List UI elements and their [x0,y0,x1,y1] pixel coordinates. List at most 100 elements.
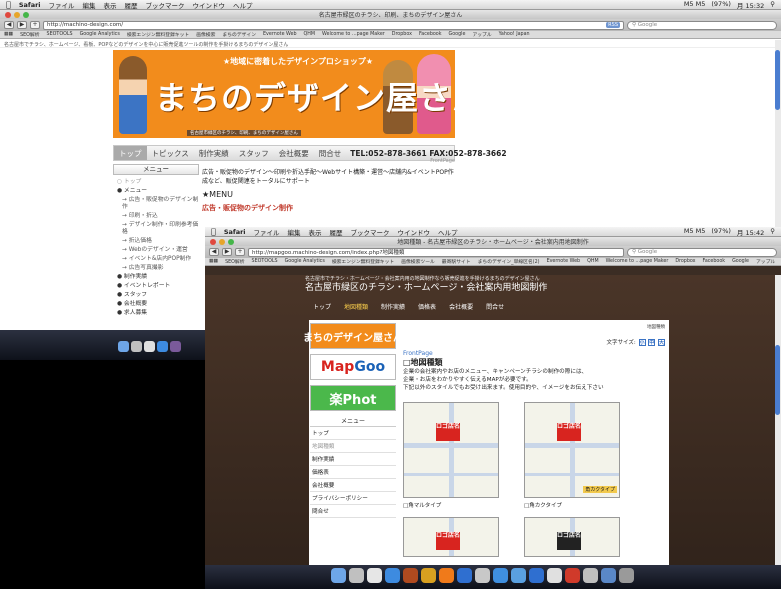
scrollbar-back[interactable] [775,40,781,230]
nav-top[interactable]: トップ [114,146,147,160]
menubar-status[interactable]: M5 M5 [684,0,706,9]
back-button[interactable]: ◀ [209,248,219,256]
app-icon[interactable] [511,568,526,583]
frontpage-label[interactable]: FrontPage [202,158,455,164]
sidebar-item[interactable]: ● メニュー [113,187,199,196]
mapgoo-logo-banner[interactable]: Map Goo [310,354,396,380]
menubar-clock[interactable]: 月 15:32 [737,0,764,10]
scrollbar-front[interactable] [775,275,781,589]
dashboard-icon[interactable] [131,341,142,352]
folder-icon[interactable] [601,568,616,583]
sidebar-item[interactable]: ● 求人募集 [113,309,199,318]
mail-icon[interactable] [144,341,155,352]
menu-history[interactable]: 履歴 [330,227,343,237]
bookmark-item[interactable]: 検索エンジン無料登録キット [332,258,394,265]
dashboard-icon[interactable] [349,568,364,583]
nav-top[interactable]: トップ [313,302,331,311]
illustrator-icon[interactable] [439,568,454,583]
map-image[interactable]: ロゴ店名 角カクタイプ [524,402,620,498]
page-path[interactable]: 地図種類 [403,324,665,330]
bookmark-item[interactable]: Dropbox [392,32,412,37]
font-size-small-button[interactable]: 小 [638,339,646,346]
menu-window[interactable]: ウインドウ [398,227,431,237]
minimize-window-button[interactable] [14,11,20,18]
scroll-thumb[interactable] [775,50,780,110]
bookmark-item[interactable]: 検索エンジン無料登録キット [127,31,189,38]
menu-window[interactable]: ウインドウ [193,0,226,10]
bookmarks-grid-icon[interactable]: ▦▦ [209,259,218,264]
map-image[interactable]: ロゴ店名 [403,402,499,498]
map-sample-square[interactable]: ロゴ店名 角カクタイプ □角カクタイプ [524,402,620,509]
bookmark-item[interactable]: Welcome to …page Maker [322,32,385,37]
forward-button[interactable]: ▶ [17,21,27,29]
font-size-medium-button[interactable]: 中 [648,339,656,346]
nav-company[interactable]: 会社概要 [274,148,314,159]
back-button[interactable]: ◀ [4,21,14,29]
folder-icon[interactable] [619,568,634,583]
menubar-status[interactable]: M5 M5 [684,227,706,236]
minimize-window-button[interactable] [219,238,225,245]
search-field[interactable]: ⚲ Google [627,20,777,30]
bookmark-item[interactable]: SEO解析 [20,31,39,38]
rakuphoto-logo-banner[interactable]: 楽Phot [310,385,396,411]
menubar-clock[interactable]: 月 15:42 [737,227,764,237]
forward-button[interactable]: ▶ [222,248,232,256]
map-sample-4[interactable]: ロゴ店名 [524,517,620,557]
text-icon[interactable] [547,568,562,583]
nav-works[interactable]: 制作実績 [194,148,234,159]
menu-view[interactable]: 表示 [104,0,117,10]
menu-history[interactable]: 履歴 [125,0,138,10]
bookmark-item[interactable]: QHM [304,32,316,37]
battery-indicator[interactable]: (97%) [711,0,731,9]
nav-company[interactable]: 会社概要 [449,302,473,311]
acrobat-icon[interactable] [565,568,580,583]
bookmarks-grid-icon[interactable]: ▦▦ [4,32,13,37]
bookmark-item[interactable]: Dropbox [675,259,695,264]
nav-staff[interactable]: スタッフ [234,148,274,159]
bookmark-item[interactable]: まちのデザイン [222,31,256,38]
apple-icon[interactable]:  [6,0,11,9]
zoom-window-button[interactable] [228,238,234,245]
bookmark-item[interactable]: アップル [472,31,491,38]
map-image[interactable]: ロゴ店名 [524,517,620,557]
nav-prices[interactable]: 価格表 [418,302,436,311]
mail-icon[interactable] [367,568,382,583]
rss-badge[interactable]: RSS [606,22,620,28]
finder-icon[interactable] [331,568,346,583]
sidebar-item[interactable]: → 広告・販促物のデザイン制作 [113,196,199,212]
photoshop-icon[interactable] [457,568,472,583]
bookmark-item[interactable]: Facebook [419,32,442,37]
safari-icon[interactable] [157,341,168,352]
close-window-button[interactable] [210,238,216,245]
frontpage-link[interactable]: FrontPage [403,350,665,357]
scroll-thumb[interactable] [775,345,780,415]
menu-view[interactable]: 表示 [309,227,322,237]
finder-icon[interactable] [118,341,129,352]
bookmark-item[interactable]: Welcome to …page Maker [606,259,669,264]
bookmark-item[interactable]: まちのデザイン_単線区名(2) [478,258,540,265]
menu-help[interactable]: ヘルプ [233,0,253,10]
sidebar-item[interactable]: 会社概要 [310,479,396,492]
search-field[interactable]: ⚲ Google [627,247,777,257]
battery-indicator[interactable]: (97%) [711,227,731,236]
bookmark-item[interactable]: アップル [756,258,775,265]
safari-icon[interactable] [385,568,400,583]
bookmark-item[interactable]: 画像検索 [196,31,215,38]
bookmark-item[interactable]: Yahoo! Japan [499,32,530,37]
menu-edit[interactable]: 編集 [83,0,96,10]
spotlight-icon[interactable]: ⚲ [770,227,775,236]
map-sample-rounded[interactable]: ロゴ店名 □角マルタイプ [403,402,499,509]
nav-contact[interactable]: 問合せ [314,148,347,159]
sidebar-item[interactable]: プライバシーポリシー [310,492,396,505]
sidebar-item[interactable]: 地図種類 [310,440,396,453]
menu-file[interactable]: ファイル [49,0,75,10]
sidebar-item[interactable]: ● イベントレポート [113,282,199,291]
nav-contact[interactable]: 問合せ [486,302,504,311]
bookmark-item[interactable]: Google [449,32,466,37]
bookmark-add-button[interactable]: + [235,248,245,256]
trash-icon[interactable] [583,568,598,583]
app-icon[interactable] [493,568,508,583]
menu-edit[interactable]: 編集 [288,227,301,237]
menu-file[interactable]: ファイル [254,227,280,237]
bookmark-item[interactable]: Google [732,259,749,264]
